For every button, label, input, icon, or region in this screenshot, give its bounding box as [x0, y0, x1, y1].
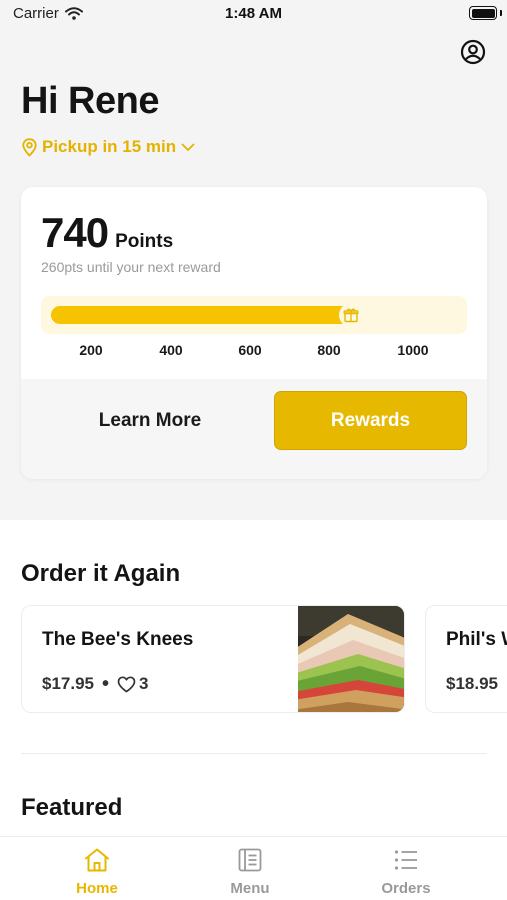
rewards-card: 740 Points 260pts until your next reward…	[21, 187, 487, 479]
greeting-title: Hi Rene	[21, 80, 159, 122]
header-section: Carrier 1:48 AM Hi Rene Pickup in 15 min…	[0, 0, 507, 520]
likes-count: 3	[117, 674, 148, 694]
progress-tick: 200	[79, 342, 103, 358]
home-screen: Carrier 1:48 AM Hi Rene Pickup in 15 min…	[0, 0, 507, 900]
order-item-price: $17.95	[42, 674, 94, 693]
status-bar: Carrier 1:48 AM	[0, 0, 507, 30]
progress-tick: 600	[238, 342, 262, 358]
progress-tick: 400	[159, 342, 183, 358]
home-icon	[85, 848, 109, 872]
progress-tick: 800	[317, 342, 341, 358]
order-again-card[interactable]: Phil's W $18.95	[425, 605, 507, 713]
progress-knob	[339, 303, 363, 327]
separator-dot: •	[102, 673, 110, 695]
heart-icon	[117, 675, 136, 692]
battery-tip	[500, 10, 502, 16]
progress-fill	[51, 306, 351, 324]
rewards-progress-bar	[41, 296, 467, 334]
order-item-meta: $18.95	[446, 674, 498, 694]
progress-tick: 1000	[397, 342, 429, 358]
nav-orders-label: Orders	[381, 880, 431, 897]
status-time: 1:48 AM	[225, 5, 282, 22]
sandwich-image	[298, 606, 404, 712]
menu-book-icon	[238, 848, 262, 872]
section-divider	[21, 753, 487, 754]
points-subtitle: 260pts until your next reward	[41, 259, 221, 275]
list-icon	[394, 850, 417, 870]
pickup-label: Pickup in 15 min	[42, 137, 177, 156]
pickup-time-selector[interactable]: Pickup in 15 min	[22, 137, 195, 157]
points-unit: Points	[115, 231, 174, 252]
order-again-card[interactable]: The Bee's Knees $17.95 • 3	[21, 605, 405, 713]
chevron-down-icon	[181, 143, 195, 151]
nav-orders[interactable]: Orders	[351, 847, 461, 897]
order-item-meta: $17.95 • 3	[42, 674, 148, 694]
learn-more-button[interactable]: Learn More	[41, 391, 259, 450]
bottom-nav: Home Menu Orders	[0, 836, 507, 900]
order-item-name: Phil's W	[446, 629, 507, 650]
nav-menu[interactable]: Menu	[195, 847, 305, 897]
likes-value: 3	[139, 674, 149, 693]
points-value: 740	[41, 209, 109, 256]
order-again-title: Order it Again	[21, 560, 181, 587]
nav-menu-label: Menu	[230, 880, 270, 897]
battery-icon	[469, 6, 497, 20]
points-summary: 740 Points	[41, 209, 173, 257]
gift-icon	[343, 308, 359, 323]
order-item-price: $18.95	[446, 674, 498, 693]
location-pin-icon	[22, 137, 37, 157]
rewards-button[interactable]: Rewards	[274, 391, 467, 450]
nav-home-label: Home	[76, 880, 118, 897]
featured-title: Featured	[21, 794, 123, 821]
rewards-actions: Learn More Rewards	[21, 379, 487, 479]
order-item-name: The Bee's Knees	[42, 629, 194, 650]
profile-icon[interactable]	[460, 39, 486, 65]
nav-home[interactable]: Home	[42, 847, 152, 897]
